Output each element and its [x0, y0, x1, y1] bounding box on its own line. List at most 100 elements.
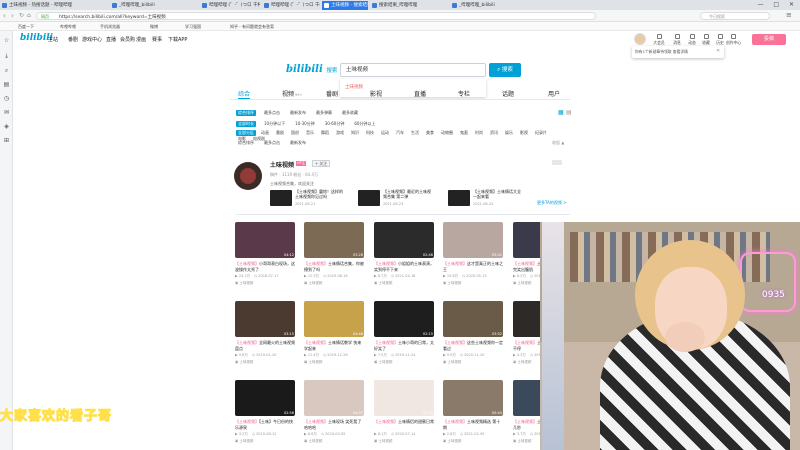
filter-chip[interactable]: 最多点击 [262, 140, 282, 146]
up-name[interactable]: 土味视频 [270, 160, 294, 169]
video-title[interactable]: 【土味视频】土味视频精选 第十期 [443, 419, 503, 430]
bookmark-item[interactable]: 微博 [150, 24, 158, 30]
game-icon[interactable]: ◈ [3, 123, 10, 130]
video-thumbnail[interactable]: 03:39 [374, 380, 434, 416]
up-more-videos-link[interactable]: 更多TA的视频 > [537, 200, 567, 206]
video-title[interactable]: 【土味视频】土味情话教学 快来学起来 [304, 340, 364, 351]
upload-button[interactable]: 投稿 [752, 34, 786, 45]
filter-chip[interactable]: 资讯 [488, 130, 500, 136]
filter-chip[interactable]: 60分钟以上 [352, 121, 377, 127]
browser-tab[interactable]: 哔哩哔哩 (゜-゜)つロ 干杯~-bilibili [200, 1, 260, 10]
video-card[interactable]: 03:28 【土味视频】土味情话合集，你被撩到了吗 ▶ 12.3万 ◷ 2019-06… [304, 222, 364, 286]
video-title[interactable]: 【土味视频】小哥哥表白现场，这波操作太秀了 [235, 261, 295, 272]
filter-chip[interactable]: 最多收藏 [340, 110, 360, 116]
filter-chip[interactable]: 美食 [424, 130, 436, 136]
filter-chip[interactable]: 游戏 [334, 130, 346, 136]
history-icon[interactable]: ◷ [3, 95, 10, 102]
filter-chip[interactable]: 全部时长 [236, 121, 256, 127]
filter-chip[interactable]: 知识 [349, 130, 361, 136]
video-author[interactable]: 土味视频 [378, 281, 392, 285]
video-thumbnail[interactable]: 04:48 [304, 301, 364, 337]
note-icon[interactable]: ▤ [3, 81, 10, 88]
up-video-title[interactable]: 【土味视频】震惊！这样的土味视频你见过吗 [295, 189, 345, 199]
filter-chip[interactable]: 生活 [409, 130, 421, 136]
video-title[interactable]: 【土味视频】这些土味视频你一定看过 [443, 340, 503, 351]
header-icon-item[interactable]: 收藏 [699, 33, 713, 46]
close-icon[interactable]: ✕ [716, 48, 720, 54]
list-view-icon[interactable]: ▦ [558, 109, 564, 116]
video-card[interactable]: 05:45 【土味视频】土味视频精选 第十期 ▶ 2.8万 ◷ 2021-02-09 ▣… [443, 380, 503, 444]
video-card[interactable]: 04:48 【土味视频】土味情话教学 快来学起来 ▶ 11.4万 ◷ 2019-12-… [304, 301, 364, 365]
filter-chip[interactable]: 纪录片 [533, 130, 549, 136]
video-card[interactable]: 02:15 【土味视频】土味小哥的日常，太好笑了 ▶ 7.5万 ◷ 2019-11-2… [374, 301, 434, 365]
bookmark-item[interactable]: 百度一下 [18, 24, 34, 30]
video-author[interactable]: 土味视频 [447, 360, 461, 364]
video-title[interactable]: 【土味视频】【土味】今日份的快乐源泉 [235, 419, 295, 430]
video-card[interactable]: 04:12 【土味视频】小哥哥表白现场，这波操作太秀了 ▶ 24.1万 ◷ 2018-… [235, 222, 295, 286]
result-tab[interactable]: 用户 [548, 89, 560, 98]
url-field[interactable]: 网页 https://search.bilibili.com/all?keywo… [36, 12, 596, 20]
up-video-title[interactable]: 【土味视频】最近的土味视频合集 第二弹 [383, 189, 433, 199]
video-card[interactable]: 03:39 【土味视频】土味情侣的甜蜜日常 ▶ 8.1万 ◷ 2020-07-14 ▣ … [374, 380, 434, 444]
result-tab[interactable]: 番剧 [326, 89, 338, 98]
up-video-thumb[interactable] [270, 190, 292, 206]
video-author[interactable]: 土味视频 [378, 439, 392, 443]
browser-tab[interactable]: 搜索结果_哔哩哔哩 [370, 1, 448, 10]
video-author[interactable]: 土味视频 [239, 439, 253, 443]
browser-tab[interactable]: 土味视频 - 搜索结果 - 哔哩哔哩 [322, 1, 368, 10]
search-input[interactable]: 土味视频 [340, 63, 486, 77]
filter-chip[interactable]: 舞蹈 [319, 130, 331, 136]
video-author[interactable]: 土味视频 [308, 439, 322, 443]
filter-chip[interactable]: 30-60分钟 [323, 121, 347, 127]
video-author[interactable]: 土味视频 [447, 439, 461, 443]
filter-chip[interactable]: 科技 [364, 130, 376, 136]
video-author[interactable]: 土味视频 [308, 360, 322, 364]
filter-chip[interactable]: 综合排序 [236, 140, 256, 146]
video-author[interactable]: 土味视频 [517, 360, 531, 364]
filter-chip[interactable]: 最新发布 [288, 140, 308, 146]
video-thumbnail[interactable]: 02:58 [235, 380, 295, 416]
video-thumbnail[interactable]: 02:15 [374, 301, 434, 337]
video-thumbnail[interactable]: 03:52 [443, 301, 503, 337]
video-thumbnail[interactable]: 04:07 [304, 380, 364, 416]
video-thumbnail[interactable]: 04:12 [235, 222, 295, 258]
home-icon[interactable]: ⌂ [27, 12, 31, 19]
refresh-icon[interactable]: ↻ [19, 12, 24, 19]
filter-chip[interactable]: 影视 [518, 130, 530, 136]
filter-chip[interactable]: 鬼畜 [458, 130, 470, 136]
up-more-button[interactable] [552, 160, 562, 165]
video-card[interactable]: 02:46 【土味视频】小姐姐的土味表演，笑到停不下来 ▶ 8.7万 ◷ 2021-0… [374, 222, 434, 286]
result-tab[interactable]: 直播 [414, 89, 426, 98]
header-icon-item[interactable]: 大会员 [652, 33, 666, 46]
video-thumbnail[interactable]: 03:28 [304, 222, 364, 258]
window-controls[interactable]: — □ ✕ [757, 1, 798, 8]
up-video-title[interactable]: 【土味视频】土味情话大全 一起来看 [473, 189, 523, 199]
filter-chip[interactable]: 动物圈 [439, 130, 455, 136]
up-video-thumb[interactable] [448, 190, 470, 206]
video-title[interactable]: 【土味视频】这才是真正的土味之王 [443, 261, 503, 272]
result-tab[interactable]: 专栏 [458, 89, 470, 98]
browser-tab[interactable]: _哔哩哔哩_bilibili [450, 1, 510, 10]
video-card[interactable]: 05:02 【土味视频】这才是真正的土味之王 ▶ 15.6万 ◷ 2020-05-15… [443, 222, 503, 286]
filter-chip[interactable]: 汽车 [394, 130, 406, 136]
browser-tab[interactable]: _哔哩哔哩_bilibili [110, 1, 198, 10]
filter-chip[interactable]: 最多点击 [262, 110, 282, 116]
video-author[interactable]: 土味视频 [239, 281, 253, 285]
video-card[interactable]: 03:15 【土味视频】全网最火的土味视频盘点 ▶ 9.8万 ◷ 2019-01-20… [235, 301, 295, 365]
video-card[interactable]: 03:52 【土味视频】这些土味视频你一定看过 ▶ 5.9万 ◷ 2020-11-20… [443, 301, 503, 365]
result-tab[interactable]: 影视 [370, 89, 382, 98]
video-thumbnail[interactable]: 03:15 [235, 301, 295, 337]
filter-chip[interactable]: 10分钟以下 [262, 121, 287, 127]
bookmark-item[interactable]: 学习强国 [185, 24, 201, 30]
search-icon[interactable]: ⌕ [3, 67, 10, 74]
filter-chip[interactable]: 综合排序 [236, 110, 256, 116]
video-author[interactable]: 土味视频 [517, 439, 531, 443]
cart-icon[interactable]: ⊞ [3, 137, 10, 144]
up-avatar[interactable] [234, 162, 262, 190]
forward-icon[interactable]: › [11, 12, 14, 20]
filter-chip[interactable]: 国创 [289, 130, 301, 136]
video-title[interactable]: 【土味视频】全网最火的土味视频盘点 [235, 340, 295, 351]
video-title[interactable]: 【土味视频】土味情话合集，你被撩到了吗 [304, 261, 364, 272]
filter-chip[interactable]: 音乐 [304, 130, 316, 136]
video-title[interactable]: 【土味视频】小姐姐的土味表演，笑到停不下来 [374, 261, 434, 272]
